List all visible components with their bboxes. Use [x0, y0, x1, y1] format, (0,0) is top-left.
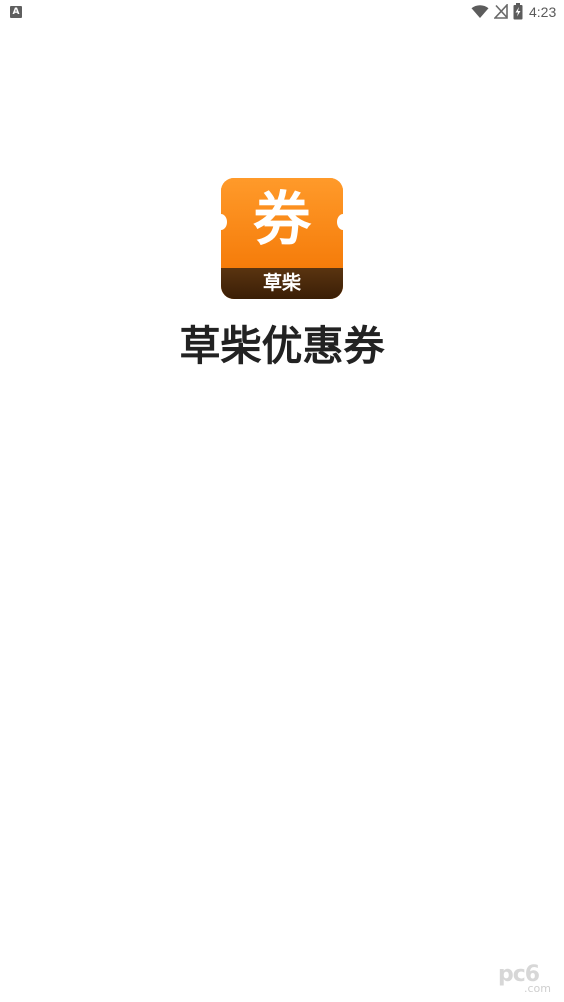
splash-screen: A 4:23 券 草柴 草柴优惠券 pc6 .com [0, 0, 564, 1002]
no-sim-icon [494, 4, 508, 19]
wifi-icon [471, 5, 489, 18]
watermark-sub: .com [524, 982, 551, 995]
app-logo: 券 草柴 [221, 178, 343, 299]
status-bar: A 4:23 [0, 0, 564, 24]
notification-icon: A [10, 6, 22, 18]
logo-coupon-char: 券 [252, 185, 311, 253]
status-time: 4:23 [529, 4, 557, 20]
app-name: 草柴优惠券 [179, 322, 385, 370]
watermark: pc6 .com [498, 962, 558, 995]
logo-sub-text: 草柴 [262, 272, 301, 294]
battery-charging-icon [513, 3, 523, 20]
